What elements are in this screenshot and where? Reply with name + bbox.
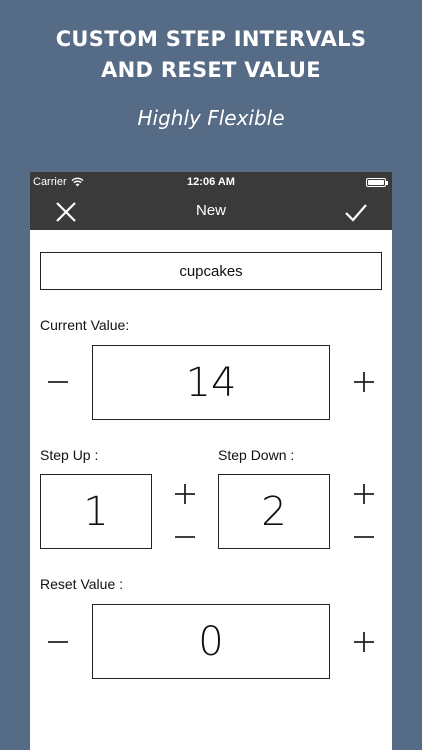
- minus-icon: [48, 381, 68, 383]
- counter-name-input[interactable]: [40, 252, 382, 290]
- minus-icon: [175, 536, 195, 538]
- step-down-increment-button[interactable]: [350, 480, 378, 508]
- minus-icon: [48, 641, 68, 643]
- status-time: 12:06 AM: [187, 176, 235, 188]
- nav-title: New: [195, 202, 226, 219]
- step-up-display[interactable]: 1: [40, 474, 152, 549]
- step-up-label: Step Up :: [40, 447, 99, 463]
- reset-value-decrement-button[interactable]: [44, 628, 72, 656]
- plus-icon: [354, 632, 374, 652]
- current-value-decrement-button[interactable]: [44, 368, 72, 396]
- step-up-increment-button[interactable]: [171, 480, 199, 508]
- step-down-display[interactable]: 2: [218, 474, 330, 549]
- step-down-label: Step Down :: [218, 447, 295, 463]
- current-value-label: Current Value:: [40, 317, 130, 333]
- battery-icon: [366, 178, 388, 187]
- current-value-increment-button[interactable]: [350, 368, 378, 396]
- plus-icon: [175, 484, 195, 504]
- reset-value-display[interactable]: 0: [92, 604, 330, 679]
- plus-icon: [354, 372, 374, 392]
- plus-icon: [354, 484, 374, 504]
- checkmark-icon[interactable]: [344, 200, 368, 224]
- current-value-display[interactable]: 14: [92, 345, 330, 420]
- promo-headline: CUSTOM STEP INTERVALS AND RESET VALUE: [0, 24, 422, 86]
- promo-subline: Highly Flexible: [137, 106, 285, 130]
- step-down-decrement-button[interactable]: [350, 523, 378, 551]
- status-bar: Carrier 12:06 AM: [30, 172, 392, 192]
- reset-value-label: Reset Value :: [40, 576, 124, 592]
- navigation-bar: New: [30, 192, 392, 230]
- minus-icon: [354, 536, 374, 538]
- phone-screen: Carrier 12:06 AM New Current Value: 14 S…: [30, 172, 392, 750]
- promo-headline-line1: CUSTOM STEP INTERVALS: [55, 27, 367, 51]
- promo-headline-line2: AND RESET VALUE: [101, 58, 321, 82]
- reset-value-increment-button[interactable]: [350, 628, 378, 656]
- step-up-decrement-button[interactable]: [171, 523, 199, 551]
